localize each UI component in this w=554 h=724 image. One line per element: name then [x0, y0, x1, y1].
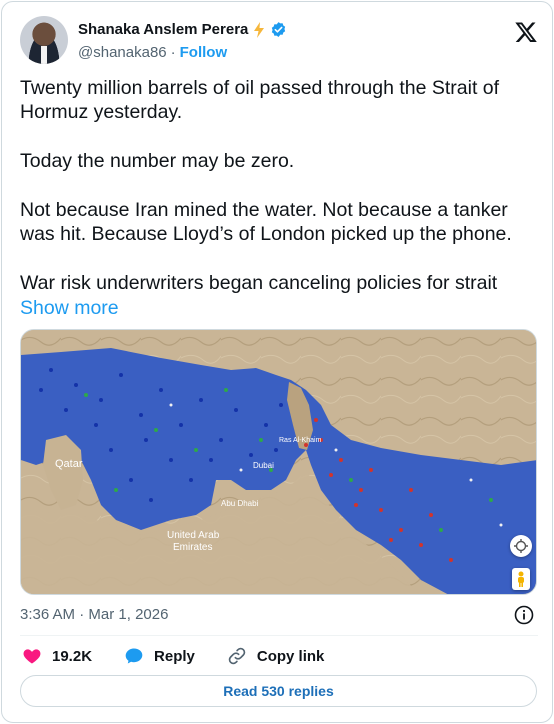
map-label-ras-al-khaimah: Ras Al-Khaim — [279, 437, 322, 444]
map-label-uae-1: United Arab — [167, 530, 220, 541]
action-bar: 19.2K Reply Copy link — [22, 644, 356, 668]
tweet-card: Shanaka Anslem Perera @shanaka86 · Follo… — [1, 1, 553, 723]
tweet-timestamp[interactable]: 3:36 AM · Mar 1, 2026 — [20, 606, 168, 623]
tweet-paragraph: Today the number may be zero. — [20, 150, 295, 173]
author-name-row: Shanaka Anslem Perera — [78, 21, 287, 38]
crosshair-icon[interactable] — [510, 535, 532, 557]
tweet-paragraph-last: War risk underwriters began canceling po… — [20, 271, 540, 320]
reply-label: Reply — [154, 647, 195, 665]
x-logo-icon[interactable] — [514, 20, 538, 44]
speech-bubble-icon — [125, 648, 143, 664]
avatar[interactable] — [20, 16, 68, 64]
map-label-abu-dhabi: Abu Dhabi — [221, 499, 259, 508]
show-more-link[interactable]: Show more — [20, 297, 119, 319]
map-label-uae-2: Emirates — [173, 542, 212, 553]
follow-button[interactable]: Follow — [180, 44, 228, 61]
handle-separator: · — [170, 44, 176, 61]
tweet-date: Mar 1, 2026 — [88, 606, 169, 623]
heart-icon — [23, 649, 41, 664]
like-button[interactable]: 19.2K — [22, 646, 92, 666]
lightning-bolt-icon — [254, 21, 265, 38]
read-replies-button[interactable]: Read 530 replies — [20, 675, 537, 707]
copy-link-label: Copy link — [256, 647, 325, 665]
verified-badge-icon — [272, 22, 286, 37]
link-icon — [228, 647, 246, 665]
map-label-dubai: Dubai — [253, 461, 274, 470]
author-name[interactable]: Shanaka Anslem Perera — [78, 21, 248, 38]
meta-separator: · — [79, 606, 85, 623]
tweet-header: Shanaka Anslem Perera @shanaka86 · Follo… — [20, 16, 540, 66]
copy-link-button[interactable]: Copy link — [227, 646, 325, 666]
tweet-text: Twenty million barrels of oil passed thr… — [20, 76, 540, 320]
pegman-icon[interactable] — [512, 568, 530, 590]
map-canvas: Qatar United Arab Emirates Dubai Abu Dha… — [21, 330, 536, 594]
author-handle-row: @shanaka86 · Follow — [78, 44, 227, 61]
reply-button[interactable]: Reply — [124, 646, 195, 666]
divider — [20, 635, 538, 636]
map-image[interactable]: Qatar United Arab Emirates Dubai Abu Dha… — [20, 329, 537, 595]
map-label-qatar: Qatar — [55, 458, 83, 470]
author-handle[interactable]: @shanaka86 — [78, 44, 167, 61]
tweet-paragraph: War risk underwriters began canceling po… — [20, 272, 498, 295]
tweet-paragraph: Not because Iran mined the water. Not be… — [20, 199, 512, 246]
like-count: 19.2K — [52, 647, 93, 665]
tweet-paragraph: Twenty million barrels of oil passed thr… — [20, 77, 500, 124]
tweet-time: 3:36 AM — [20, 606, 76, 623]
info-icon[interactable] — [514, 605, 534, 625]
